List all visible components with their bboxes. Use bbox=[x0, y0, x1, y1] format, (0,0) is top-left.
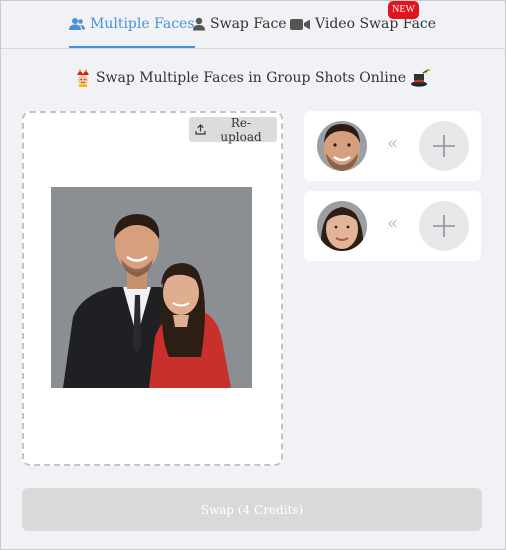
magic-hat-emoji-icon bbox=[411, 69, 431, 87]
plus-icon bbox=[432, 134, 456, 158]
jester-emoji-icon bbox=[75, 69, 91, 87]
page-heading: Swap Multiple Faces in Group Shots Onlin… bbox=[1, 66, 505, 90]
swap-button[interactable]: Swap (4 Credits) bbox=[22, 488, 482, 531]
add-target-face-button[interactable] bbox=[419, 121, 469, 171]
upload-icon bbox=[195, 124, 206, 135]
heading-text: Swap Multiple Faces in Group Shots Onlin… bbox=[95, 70, 407, 86]
tab-label: Video Swap Face bbox=[315, 16, 437, 32]
reupload-label: Re-upload bbox=[220, 115, 262, 144]
add-target-face-button[interactable] bbox=[419, 201, 469, 251]
detected-face-woman bbox=[317, 201, 367, 251]
face-mapping-card: « bbox=[304, 191, 481, 261]
face-mapping-card: « bbox=[304, 111, 481, 181]
upload-dropzone[interactable]: Re-upload bbox=[22, 111, 283, 466]
tab-label: Multiple Faces bbox=[90, 16, 195, 32]
tab-bar: Multiple Faces Swap Face Video Swap Face… bbox=[1, 1, 505, 49]
reupload-button[interactable]: Re-upload bbox=[189, 115, 277, 144]
user-icon bbox=[193, 17, 205, 31]
tab-label: Swap Face bbox=[210, 16, 287, 32]
video-camera-icon bbox=[290, 18, 310, 31]
new-badge: NEW bbox=[388, 1, 419, 19]
tab-swap-face[interactable]: Swap Face bbox=[193, 1, 287, 47]
plus-icon bbox=[432, 214, 456, 238]
uploaded-photo bbox=[51, 187, 252, 388]
users-icon bbox=[69, 17, 85, 31]
detected-face-man bbox=[317, 121, 367, 171]
tab-multiple-faces[interactable]: Multiple Faces bbox=[69, 1, 195, 48]
mapping-arrow: « bbox=[387, 213, 399, 234]
mapping-arrow: « bbox=[387, 133, 399, 154]
